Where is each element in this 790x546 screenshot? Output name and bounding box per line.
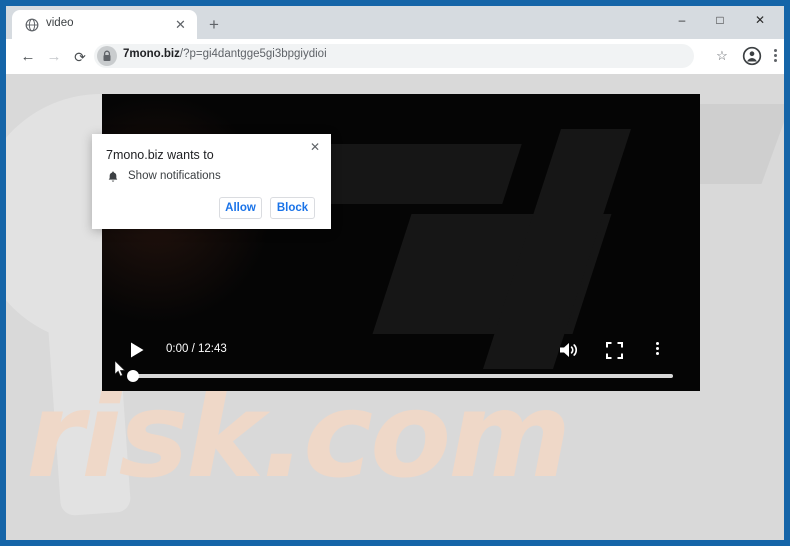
back-arrow-icon[interactable]: ← [16, 45, 40, 69]
tab-close-icon[interactable]: ✕ [173, 17, 188, 32]
close-icon[interactable]: ✕ [307, 139, 323, 155]
browser-window: video ✕ + – □ ✕ ← → ⟳ 7mono.biz/?p=gi4da… [0, 0, 790, 546]
url-host: 7mono.biz [123, 48, 180, 60]
account-circle-icon[interactable] [742, 46, 762, 66]
globe-icon [25, 18, 39, 32]
block-button[interactable]: Block [270, 197, 315, 219]
menu-dot [773, 59, 777, 62]
window-maximize-button[interactable]: □ [702, 6, 738, 34]
page-content-area: risk.com 0:00 / 12:43 7mono.biz wants to… [6, 74, 784, 540]
video-three-dot-menu-icon[interactable] [650, 341, 664, 359]
notification-permission-dialog: 7mono.biz wants to Show notifications ✕ … [92, 134, 331, 229]
window-minimize-button[interactable]: – [664, 6, 700, 34]
menu-dot [655, 347, 659, 350]
reload-icon[interactable]: ⟳ [68, 45, 92, 69]
lock-icon[interactable] [97, 46, 117, 66]
menu-dot [773, 54, 777, 57]
video-time-display: 0:00 / 12:43 [166, 343, 227, 355]
url-path: /?p=gi4dantgge5gi3bpgiydioi [179, 48, 327, 60]
bookmark-star-icon[interactable]: ☆ [712, 46, 732, 66]
video-progress-handle[interactable] [127, 370, 139, 382]
permission-dialog-item-label: Show notifications [128, 170, 221, 182]
menu-dot [655, 342, 659, 345]
tab-strip: video ✕ + – □ ✕ [6, 6, 784, 39]
three-dot-menu-icon[interactable] [768, 45, 782, 67]
window-close-button[interactable]: ✕ [742, 6, 778, 34]
address-bar-url: 7mono.biz/?p=gi4dantgge5gi3bpgiydioi [123, 48, 327, 60]
new-tab-button[interactable]: + [204, 15, 224, 35]
permission-dialog-title: 7mono.biz wants to [106, 148, 214, 162]
browser-tab-video[interactable]: video ✕ [12, 10, 197, 39]
menu-dot [773, 49, 777, 52]
menu-dot [655, 352, 659, 355]
bell-icon [106, 170, 120, 184]
video-control-bar: 0:00 / 12:43 [102, 329, 700, 391]
volume-high-icon[interactable] [558, 340, 580, 360]
tab-title: video [46, 17, 74, 29]
forward-arrow-icon[interactable]: → [42, 45, 66, 69]
address-bar[interactable]: 7mono.biz/?p=gi4dantgge5gi3bpgiydioi [94, 44, 694, 68]
allow-button[interactable]: Allow [219, 197, 262, 219]
play-button[interactable] [128, 341, 146, 359]
video-progress-bar[interactable] [132, 374, 673, 378]
browser-toolbar: ← → ⟳ 7mono.biz/?p=gi4dantgge5gi3bpgiydi… [6, 39, 784, 75]
fullscreen-icon[interactable] [606, 342, 623, 359]
